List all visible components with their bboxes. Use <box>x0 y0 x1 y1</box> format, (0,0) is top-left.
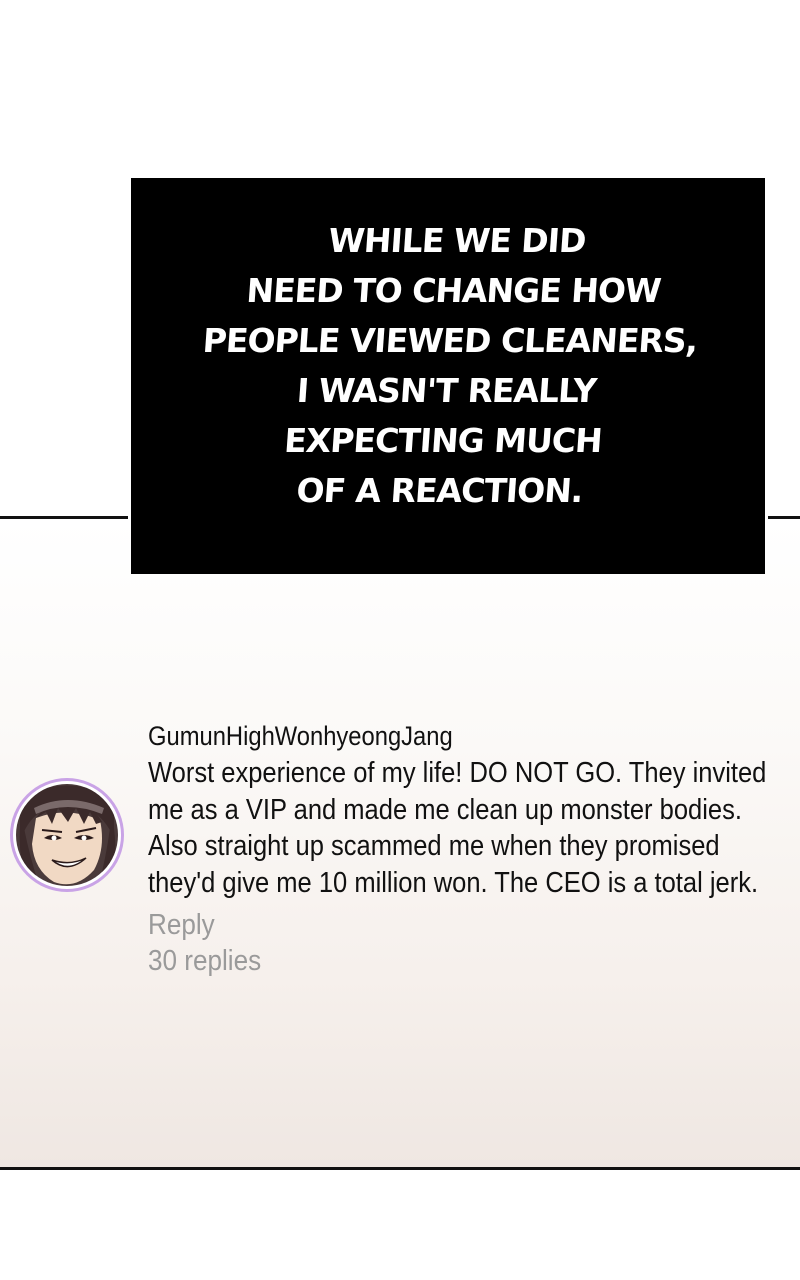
reply-button[interactable]: Reply <box>148 907 724 943</box>
narration-line: NEED TO CHANGE HOW <box>244 271 662 310</box>
comment-username[interactable]: GumunHighWonhyeongJang <box>148 717 711 755</box>
replies-count-link[interactable]: 30 replies <box>148 943 724 979</box>
narration-line: PEOPLE VIEWED CLEANERS, <box>201 321 699 360</box>
narration-line: OF A REACTION. <box>295 471 584 510</box>
narration-box: WHILE WE DID NEED TO CHANGE HOW PEOPLE V… <box>131 178 765 574</box>
narration-line: WHILE WE DID <box>326 221 587 260</box>
bottom-panel <box>0 1170 800 1280</box>
comment-block: GumunHighWonhyeongJang Worst experience … <box>148 717 788 979</box>
avatar[interactable] <box>10 778 124 892</box>
comment-text: Worst experience of my life! DO NOT GO. … <box>148 757 767 899</box>
narration-text: WHILE WE DID NEED TO CHANGE HOW PEOPLE V… <box>190 216 705 516</box>
narration-line: I WASN'T REALLY <box>295 371 598 410</box>
user-avatar-icon <box>13 781 121 889</box>
narration-line: EXPECTING MUCH <box>282 421 603 460</box>
